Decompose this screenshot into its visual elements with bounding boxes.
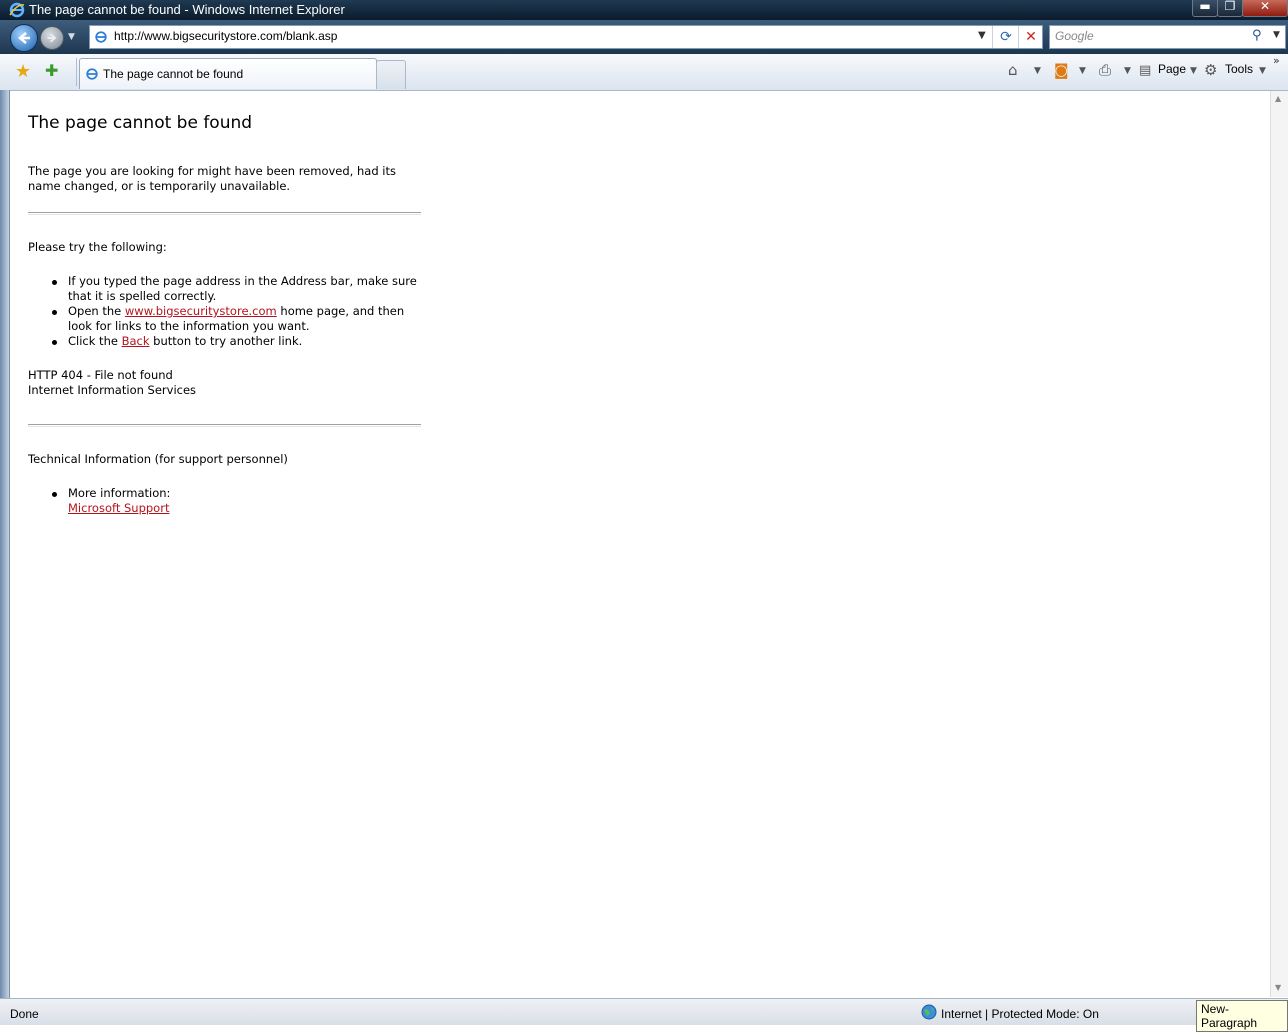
print-icon[interactable]: ⎙ xyxy=(1099,61,1111,79)
tab-active[interactable]: The page cannot be found xyxy=(79,58,377,89)
home-page-link[interactable]: www.bigsecuritystore.com xyxy=(125,304,277,318)
home-dropdown-icon[interactable]: ▼ xyxy=(1034,66,1041,76)
scroll-down-icon[interactable]: ▼ xyxy=(1275,983,1281,992)
back-arrow-icon xyxy=(18,32,30,44)
vertical-scrollbar[interactable]: ▲ ▼ xyxy=(1270,91,1288,997)
tooltip: New-Paragraph xyxy=(1196,1000,1288,1032)
item2-prefix: Open the xyxy=(68,304,125,318)
tools-dropdown-icon[interactable]: ▼ xyxy=(1259,66,1266,76)
navigation-bar: ▼ http://www.bigsecuritystore.com/blank.… xyxy=(0,20,1288,54)
ie-logo-icon xyxy=(9,2,25,18)
intro-line-2: name changed, or is temporarily unavaila… xyxy=(28,179,291,193)
list-item: Open the www.bigsecuritystore.com home p… xyxy=(68,304,438,334)
maximize-button[interactable]: ❐ xyxy=(1217,0,1243,17)
window-title: The page cannot be found - Windows Inter… xyxy=(29,2,345,17)
list-item: Click the Back button to try another lin… xyxy=(68,334,438,349)
item1-line1: If you typed the page address in the Add… xyxy=(68,274,417,288)
list-item: If you typed the page address in the Add… xyxy=(68,274,438,304)
divider xyxy=(28,424,421,427)
bullet-icon xyxy=(52,492,57,497)
more-info-label: More information: xyxy=(68,486,171,500)
divider xyxy=(28,212,421,215)
item2-suffix: home page, and then xyxy=(276,304,405,318)
page-menu-button[interactable]: Page xyxy=(1158,62,1186,76)
page-dropdown-icon[interactable]: ▼ xyxy=(1190,66,1197,76)
back-link[interactable]: Back xyxy=(122,334,150,348)
scroll-up-icon[interactable]: ▲ xyxy=(1275,94,1281,103)
window-left-edge xyxy=(0,90,10,998)
list-item: More information: Microsoft Support xyxy=(68,486,438,516)
status-bar: Done Internet | Protected Mode: On xyxy=(0,998,1288,1025)
item1-line2: that it is spelled correctly. xyxy=(68,289,217,303)
gear-icon: ⚙ xyxy=(1204,61,1218,79)
home-icon[interactable]: ⌂ xyxy=(1008,61,1018,79)
search-input[interactable]: Google xyxy=(1055,29,1094,43)
command-bar: ★ ✚ The page cannot be found ⌂ ▼ ◙ ▼ ⎙ ▼… xyxy=(0,54,1288,91)
bullet-icon xyxy=(52,340,57,345)
error-code: HTTP 404 - File not found xyxy=(28,368,173,382)
tab-ie-icon xyxy=(86,68,98,80)
tab-label: The page cannot be found xyxy=(103,67,244,81)
bullet-icon xyxy=(52,280,57,285)
page-ie-icon xyxy=(95,31,107,43)
tools-menu-button[interactable]: Tools xyxy=(1225,62,1253,76)
search-icon[interactable]: ⚲ xyxy=(1252,28,1262,43)
feeds-dropdown-icon[interactable]: ▼ xyxy=(1079,66,1086,76)
item3-suffix: button to try another link. xyxy=(149,334,303,348)
item2-line2: look for links to the information you wa… xyxy=(68,319,310,333)
address-url[interactable]: http://www.bigsecuritystore.com/blank.as… xyxy=(114,29,337,43)
favorites-star-icon[interactable]: ★ xyxy=(15,61,31,82)
try-heading: Please try the following: xyxy=(28,240,167,254)
recent-pages-dropdown-icon[interactable]: ▼ xyxy=(68,32,75,42)
security-zone-text[interactable]: Internet | Protected Mode: On xyxy=(941,1007,1099,1021)
address-dropdown-icon[interactable]: ▼ xyxy=(978,30,986,41)
search-dropdown-icon[interactable]: ▼ xyxy=(1273,30,1280,40)
refresh-icon[interactable]: ⟳ xyxy=(992,26,1019,48)
page-icon: ▤ xyxy=(1139,63,1152,78)
tech-heading: Technical Information (for support perso… xyxy=(28,452,288,466)
new-tab-button[interactable] xyxy=(376,60,406,89)
forward-arrow-icon xyxy=(47,33,57,43)
server-name: Internet Information Services xyxy=(28,383,197,397)
stop-icon[interactable]: ✕ xyxy=(1018,26,1043,48)
add-favorites-icon[interactable]: ✚ xyxy=(45,61,58,80)
item3-prefix: Click the xyxy=(68,334,122,348)
microsoft-support-link[interactable]: Microsoft Support xyxy=(68,501,169,515)
separator xyxy=(76,58,77,86)
print-dropdown-icon[interactable]: ▼ xyxy=(1124,66,1131,76)
feeds-icon[interactable]: ◙ xyxy=(1054,61,1069,79)
back-button[interactable] xyxy=(10,24,38,52)
more-commands-icon[interactable]: » xyxy=(1273,54,1280,67)
page-content: The page cannot be found The page you ar… xyxy=(10,91,1270,997)
minimize-button[interactable]: ▬ xyxy=(1192,0,1218,17)
close-button[interactable]: ✕ xyxy=(1242,0,1288,17)
status-text: Done xyxy=(10,1007,39,1021)
forward-button[interactable] xyxy=(40,26,64,50)
title-bar: The page cannot be found - Windows Inter… xyxy=(0,0,1288,20)
bullet-icon xyxy=(52,310,57,315)
address-bar[interactable]: http://www.bigsecuritystore.com/blank.as… xyxy=(89,25,1043,49)
search-box[interactable]: Google ⚲ ▼ xyxy=(1049,25,1286,49)
page-heading: The page cannot be found xyxy=(28,113,253,133)
globe-icon xyxy=(921,1004,937,1020)
intro-line-1: The page you are looking for might have … xyxy=(28,164,396,178)
